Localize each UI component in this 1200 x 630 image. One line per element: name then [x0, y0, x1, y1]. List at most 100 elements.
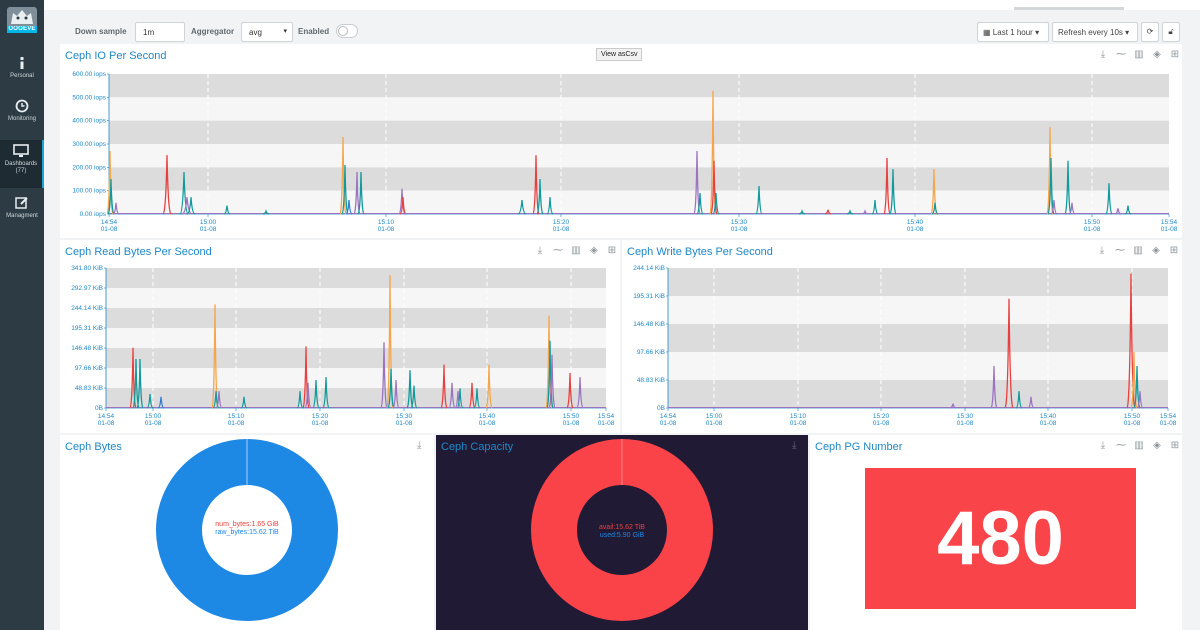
y-tick-label: 244.14 KiB [71, 305, 103, 312]
sidebar-item-label: Managment [6, 213, 38, 219]
y-tick-label: 600.00 iops [72, 71, 106, 78]
refresh-button[interactable]: ⟳ [1141, 22, 1159, 42]
sidebar-item-monitoring[interactable]: Monitoring [0, 99, 44, 141]
sidebar-item-label: Personal [10, 73, 34, 79]
y-tick-label: 97.66 KiB [75, 365, 103, 372]
x-tick-label: 15:00 [706, 413, 723, 420]
ceph-capacity-panel: Ceph Capacity ⤓ avail:15.62 TiB used:5.9… [436, 435, 808, 630]
y-tick-label: 100.00 iops [72, 188, 106, 195]
x-tick-date: 01-08 [378, 226, 395, 233]
lock-button[interactable]: 🔓︎ [1162, 22, 1180, 42]
x-tick-label: 15:10 [378, 219, 395, 226]
enabled-toggle[interactable] [336, 24, 358, 38]
x-tick-label: 15:10 [790, 413, 807, 420]
y-tick-label: 341.80 KiB [71, 265, 103, 272]
x-tick-label: 15:20 [873, 413, 890, 420]
unlock-icon: 🔓︎ [1168, 27, 1174, 36]
x-tick-date: 01-08 [396, 420, 413, 427]
aggregator-label: Aggregator [191, 27, 235, 36]
x-tick-label: 15:10 [228, 413, 245, 420]
download-icon[interactable]: ⤓ [1097, 440, 1109, 452]
x-tick-label: 15:54 [1160, 413, 1177, 420]
sidebar-item-personal[interactable]: Personal [0, 56, 44, 98]
line-chart-icon[interactable]: ⁓ [1115, 440, 1127, 452]
x-tick-date: 01-08 [98, 420, 115, 427]
x-tick-label: 14:54 [98, 413, 115, 420]
x-tick-date: 01-08 [479, 420, 496, 427]
aggregator-value: avg [249, 28, 262, 37]
x-tick-label: 15:00 [200, 219, 217, 226]
sidebar-item-label: Dashboards [4, 161, 38, 167]
x-tick-date: 01-08 [1040, 420, 1057, 427]
panel-toolbox: ⤓ ⁓ ▥ ◈ ⊞ [1097, 440, 1181, 452]
clock-icon [15, 99, 29, 113]
sidebar-item-count: (77) [15, 168, 27, 174]
y-tick-label: 195.31 KiB [633, 293, 665, 300]
x-tick-label: 14:54 [660, 413, 677, 420]
x-tick-date: 01-08 [1161, 226, 1178, 233]
y-tick-label: 244.14 KiB [633, 265, 665, 272]
top-strip [44, 0, 1200, 10]
downsample-label: Down sample [75, 27, 127, 36]
x-tick-date: 01-08 [312, 420, 329, 427]
x-tick-date: 01-08 [145, 420, 162, 427]
x-tick-label: 15:30 [396, 413, 413, 420]
y-tick-label: 146.48 KiB [633, 321, 665, 328]
refresh-interval-label: Refresh every 10s [1058, 28, 1123, 37]
y-tick-label: 195.31 KiB [71, 325, 103, 332]
sidebar-item-dashboards[interactable]: Dashboards (77) [0, 140, 44, 188]
data-view-icon[interactable]: ◈ [1151, 440, 1163, 452]
timerange-label: Last 1 hour [992, 28, 1033, 37]
y-tick-label: 200.00 iops [72, 164, 106, 171]
y-tick-label: 97.66 KiB [637, 349, 665, 356]
x-tick-label: 14:54 [101, 219, 118, 226]
timerange-button[interactable]: ▦ Last 1 hour ▾ [977, 22, 1049, 42]
x-tick-date: 01-08 [706, 420, 723, 427]
x-tick-date: 01-08 [660, 420, 677, 427]
chevron-down-icon: ▾ [1125, 28, 1130, 37]
edit-icon [15, 197, 28, 209]
sidebar: OOOEVE Personal Monitoring Dashboards (7… [0, 0, 44, 630]
grid-icon[interactable]: ⊞ [1169, 440, 1181, 452]
x-tick-label: 15:40 [479, 413, 496, 420]
refresh-interval-button[interactable]: Refresh every 10s ▾ [1052, 22, 1138, 42]
chevron-down-icon: ▾ [283, 28, 287, 35]
x-tick-date: 01-08 [907, 226, 924, 233]
aggregator-select[interactable]: avg ▾ [241, 22, 293, 42]
x-tick-label: 15:40 [1040, 413, 1057, 420]
x-tick-date: 01-08 [553, 226, 570, 233]
refresh-icon: ⟳ [1146, 27, 1154, 36]
bar-chart-icon[interactable]: ▥ [1133, 440, 1145, 452]
logo-text: OOOEVE [7, 26, 37, 33]
pg-number-value: 480 [865, 468, 1136, 609]
used-label: used:5.90 GiB [599, 532, 645, 539]
x-tick-date: 01-08 [1124, 420, 1141, 427]
y-tick-label: 300.00 iops [72, 141, 106, 148]
app-logo[interactable]: OOOEVE [7, 7, 37, 35]
x-tick-label: 15:20 [553, 219, 570, 226]
num-bytes-label: num_bytes:1.65 GiB [215, 521, 279, 528]
ceph-bytes-panel: Ceph Bytes ⤓ num_bytes:1.65 GiB raw_byte… [60, 435, 434, 630]
x-tick-date: 01-08 [873, 420, 890, 427]
x-tick-label: 15:40 [907, 219, 924, 226]
monitor-icon [13, 144, 29, 157]
x-tick-label: 15:54 [598, 413, 615, 420]
x-tick-date: 01-08 [1084, 226, 1101, 233]
x-tick-date: 01-08 [101, 226, 118, 233]
sidebar-item-managment[interactable]: Managment [0, 196, 44, 238]
ceph-read-panel: Ceph Read Bytes Per Second ⤓ ⁓ ▥ ◈ ⊞ 341.80 … [60, 240, 620, 433]
enabled-label: Enabled [298, 27, 330, 36]
chevron-down-icon: ▾ [1035, 28, 1040, 37]
x-tick-date: 01-08 [200, 226, 217, 233]
y-tick-label: 146.48 KiB [71, 345, 103, 352]
y-tick-label: 292.97 KiB [71, 285, 103, 292]
x-tick-label: 15:50 [1084, 219, 1101, 226]
io-chart: 600.00 iops 500.00 iops 400.00 iops 300.00 … [72, 71, 1178, 233]
ceph-io-panel: Ceph IO Per Second View asCsv ⤓ ⁓ ▥ ◈ ⊞ 600.… [60, 44, 1182, 238]
raw-bytes-label: raw_bytes:15.62 TiB [215, 529, 279, 536]
y-tick-label: 0B [657, 405, 665, 412]
x-tick-label: 15:20 [312, 413, 329, 420]
x-tick-label: 15:00 [145, 413, 162, 420]
y-tick-label: 0B [95, 405, 103, 412]
downsample-input[interactable]: 1m [135, 22, 185, 42]
